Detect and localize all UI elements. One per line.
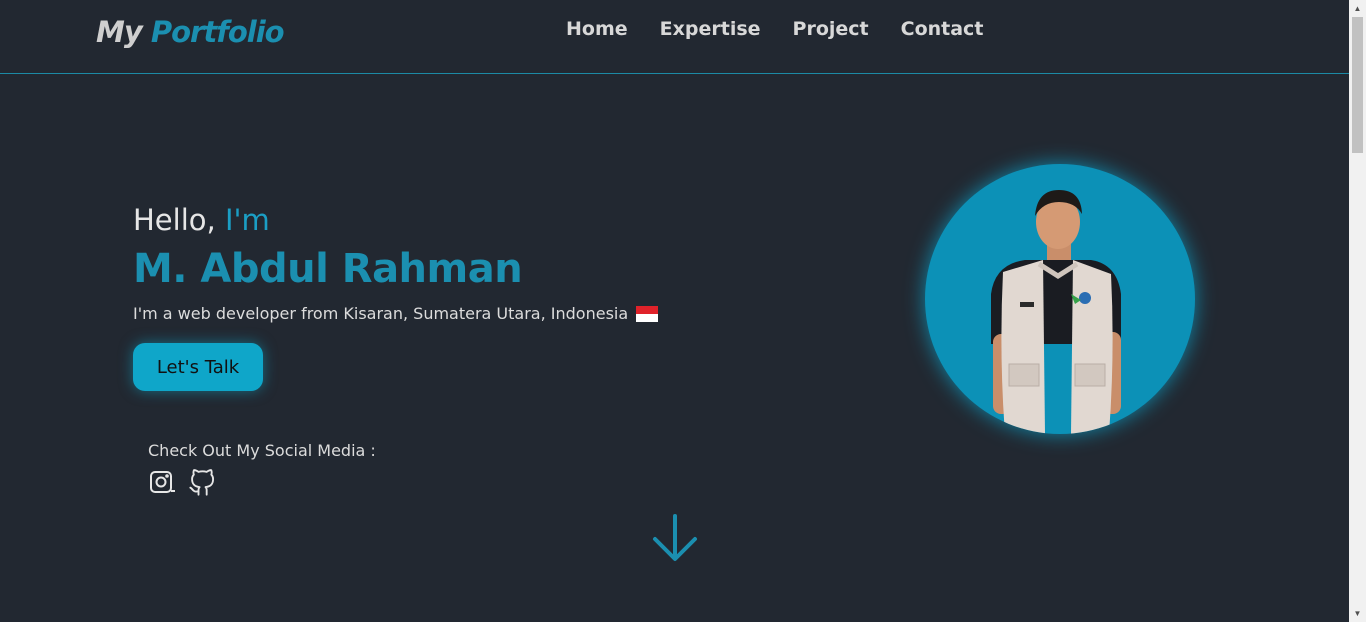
hero-tagline: I'm a web developer from Kisaran, Sumate… xyxy=(133,304,659,323)
person-illustration xyxy=(991,190,1121,434)
social-label: Check Out My Social Media : xyxy=(148,441,376,460)
scroll-up-icon[interactable]: ▲ xyxy=(1349,0,1366,17)
logo-prefix: My xyxy=(96,15,143,49)
lets-talk-button[interactable]: Let's Talk xyxy=(133,343,263,391)
nav-expertise[interactable]: Expertise xyxy=(660,18,761,40)
indonesia-flag-icon xyxy=(636,305,659,322)
tagline-text: I'm a web developer from Kisaran, Sumate… xyxy=(133,304,629,323)
hello-heading: Hello, I'm xyxy=(133,203,270,237)
hello-text: Hello, xyxy=(133,203,216,237)
page-scrollbar[interactable]: ▲ ▼ xyxy=(1349,0,1366,622)
hello-accent: I'm xyxy=(224,203,270,237)
github-icon[interactable] xyxy=(188,469,216,497)
social-links xyxy=(148,469,216,497)
logo[interactable]: My Portfolio xyxy=(96,15,285,49)
site-header: My Portfolio Home Expertise Project Cont… xyxy=(0,0,1349,74)
profile-photo xyxy=(925,164,1195,434)
scrollbar-thumb[interactable] xyxy=(1352,17,1363,153)
scroll-down-icon[interactable]: ▼ xyxy=(1349,605,1366,622)
hero-name: M. Abdul Rahman xyxy=(133,246,523,292)
nav-contact[interactable]: Contact xyxy=(901,18,984,40)
main-nav: Home Expertise Project Contact xyxy=(566,18,983,40)
arrow-down-icon[interactable] xyxy=(651,513,699,563)
logo-accent: Portfolio xyxy=(150,15,285,49)
nav-home[interactable]: Home xyxy=(566,18,628,40)
instagram-icon[interactable] xyxy=(148,469,176,497)
nav-project[interactable]: Project xyxy=(793,18,869,40)
page: My Portfolio Home Expertise Project Cont… xyxy=(0,0,1349,622)
